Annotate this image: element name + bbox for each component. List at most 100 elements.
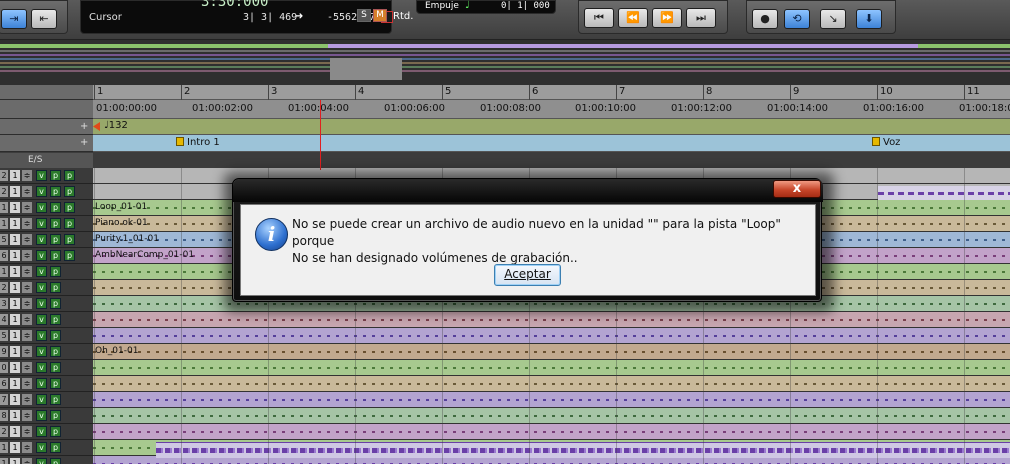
- voice-button[interactable]: v: [36, 266, 47, 277]
- track-stepper-icon[interactable]: ≑: [22, 266, 32, 277]
- track-channel-selector[interactable]: 1: [10, 458, 20, 464]
- playlist-button[interactable]: p: [50, 458, 61, 464]
- track-header-row[interactable]: 9 1 ≑ v p: [0, 344, 93, 360]
- playlist-button[interactable]: p: [50, 202, 61, 213]
- track-header-row[interactable]: 1 1 ≑ v p: [0, 456, 93, 464]
- track-io-number[interactable]: 8: [0, 410, 8, 421]
- track-io-number[interactable]: 7: [0, 394, 8, 405]
- fast-forward-button[interactable]: ⏩: [652, 8, 682, 28]
- track-io-number[interactable]: 9: [0, 346, 8, 357]
- playhead-cursor[interactable]: [320, 100, 321, 170]
- track-io-number[interactable]: 5: [0, 330, 8, 341]
- playlist-button[interactable]: p: [50, 298, 61, 309]
- track-channel-selector[interactable]: 1: [10, 426, 20, 437]
- playlist-button[interactable]: p: [64, 186, 75, 197]
- dialog-titlebar[interactable]: x: [233, 179, 823, 202]
- playlist-button[interactable]: p: [50, 170, 61, 181]
- track-header-row[interactable]: 1 1 ≑ v p p: [0, 200, 93, 216]
- playlist-button[interactable]: p: [50, 218, 61, 229]
- playlist-button[interactable]: p: [50, 282, 61, 293]
- track-header-row[interactable]: 1 1 ≑ v p p: [0, 216, 93, 232]
- marker-voz[interactable]: Voz: [872, 137, 900, 148]
- track-stepper-icon[interactable]: ≑: [22, 282, 32, 293]
- rewind-button[interactable]: ⏪: [618, 8, 648, 28]
- track-stepper-icon[interactable]: ≑: [22, 202, 32, 213]
- track-lane[interactable]: [93, 312, 1010, 328]
- playlist-button[interactable]: p: [50, 186, 61, 197]
- track-lane[interactable]: [93, 328, 1010, 344]
- marker-intro[interactable]: Intro 1: [176, 137, 220, 148]
- voice-button[interactable]: v: [36, 298, 47, 309]
- mute-button[interactable]: M: [373, 9, 387, 22]
- track-header-row[interactable]: 0 1 ≑ v p: [0, 360, 93, 376]
- playlist-button[interactable]: p: [50, 410, 61, 421]
- track-stepper-icon[interactable]: ≑: [22, 170, 32, 181]
- voice-button[interactable]: v: [36, 186, 47, 197]
- voice-button[interactable]: v: [36, 170, 47, 181]
- tab-to-transient-icon[interactable]: ⬇: [856, 9, 882, 29]
- voice-button[interactable]: v: [36, 218, 47, 229]
- track-io-number[interactable]: 3: [0, 298, 8, 309]
- track-channel-selector[interactable]: 1: [10, 410, 20, 421]
- voice-button[interactable]: v: [36, 394, 47, 405]
- track-stepper-icon[interactable]: ≑: [22, 218, 32, 229]
- track-io-number[interactable]: 1: [0, 218, 8, 229]
- voice-button[interactable]: v: [36, 202, 47, 213]
- track-channel-selector[interactable]: 1: [10, 218, 20, 229]
- track-header-row[interactable]: 5 1 ≑ v p p: [0, 232, 93, 248]
- track-header-row[interactable]: 6 1 ≑ v p: [0, 376, 93, 392]
- track-header-row[interactable]: 2 1 ≑ v p p: [0, 184, 93, 200]
- voice-button[interactable]: v: [36, 410, 47, 421]
- session-overview[interactable]: [0, 40, 1010, 85]
- track-header-row[interactable]: 5 1 ≑ v p: [0, 328, 93, 344]
- track-io-number[interactable]: 5: [0, 234, 8, 245]
- track-header-row[interactable]: 3 1 ≑ v p: [0, 296, 93, 312]
- playlist-button[interactable]: p: [64, 218, 75, 229]
- track-io-number[interactable]: 2: [0, 282, 8, 293]
- clip-name[interactable]: Purity.1_01-01: [95, 234, 159, 244]
- track-io-number[interactable]: 2: [0, 186, 8, 197]
- track-stepper-icon[interactable]: ≑: [22, 458, 32, 464]
- return-to-zero-button[interactable]: ⏮: [584, 8, 614, 28]
- playlist-button[interactable]: p: [64, 234, 75, 245]
- grid-mode-icon[interactable]: ⇤: [31, 9, 57, 29]
- track-channel-selector[interactable]: 1: [10, 250, 20, 261]
- track-stepper-icon[interactable]: ≑: [22, 362, 32, 373]
- audio-clip-bottom[interactable]: [156, 442, 1010, 458]
- track-channel-selector[interactable]: 1: [10, 282, 20, 293]
- track-io-number[interactable]: 0: [0, 362, 8, 373]
- track-header-row[interactable]: 1 1 ≑ v p: [0, 440, 93, 456]
- solo-button[interactable]: S: [357, 9, 371, 22]
- track-io-number[interactable]: 1: [0, 202, 8, 213]
- track-channel-selector[interactable]: 1: [10, 362, 20, 373]
- clip-name[interactable]: AmbNearComp_01-01: [95, 250, 194, 260]
- voice-button[interactable]: v: [36, 378, 47, 389]
- voice-button[interactable]: v: [36, 426, 47, 437]
- tempo-marker-icon[interactable]: [93, 122, 100, 131]
- playlist-button[interactable]: p: [64, 170, 75, 181]
- track-io-number[interactable]: 6: [0, 378, 8, 389]
- track-lane[interactable]: [93, 376, 1010, 392]
- clip-name[interactable]: Loop_01-01: [95, 202, 147, 212]
- playlist-button[interactable]: p: [64, 202, 75, 213]
- track-header-row[interactable]: 7 1 ≑ v p: [0, 392, 93, 408]
- timecode-ruler[interactable]: 01:00:00:00 01:00:02:00 01:00:04:00 01:0…: [93, 100, 1010, 119]
- track-io-number[interactable]: 1: [0, 442, 8, 453]
- track-channel-selector[interactable]: 1: [10, 394, 20, 405]
- track-channel-selector[interactable]: 1: [10, 202, 20, 213]
- playlist-button[interactable]: p: [50, 250, 61, 261]
- track-header-row[interactable]: 1 1 ≑ v p: [0, 264, 93, 280]
- voice-button[interactable]: v: [36, 250, 47, 261]
- add-tempo-icon[interactable]: +: [80, 121, 88, 132]
- track-lane[interactable]: [93, 424, 1010, 440]
- track-stepper-icon[interactable]: ≑: [22, 394, 32, 405]
- voice-button[interactable]: v: [36, 330, 47, 341]
- track-stepper-icon[interactable]: ≑: [22, 298, 32, 309]
- voice-button[interactable]: v: [36, 458, 47, 464]
- track-header-row[interactable]: 2 1 ≑ v p: [0, 424, 93, 440]
- track-io-number[interactable]: 1: [0, 266, 8, 277]
- track-channel-selector[interactable]: 1: [10, 170, 20, 181]
- track-io-number[interactable]: 2: [0, 426, 8, 437]
- track-channel-selector[interactable]: 1: [10, 266, 20, 277]
- voice-button[interactable]: v: [36, 362, 47, 373]
